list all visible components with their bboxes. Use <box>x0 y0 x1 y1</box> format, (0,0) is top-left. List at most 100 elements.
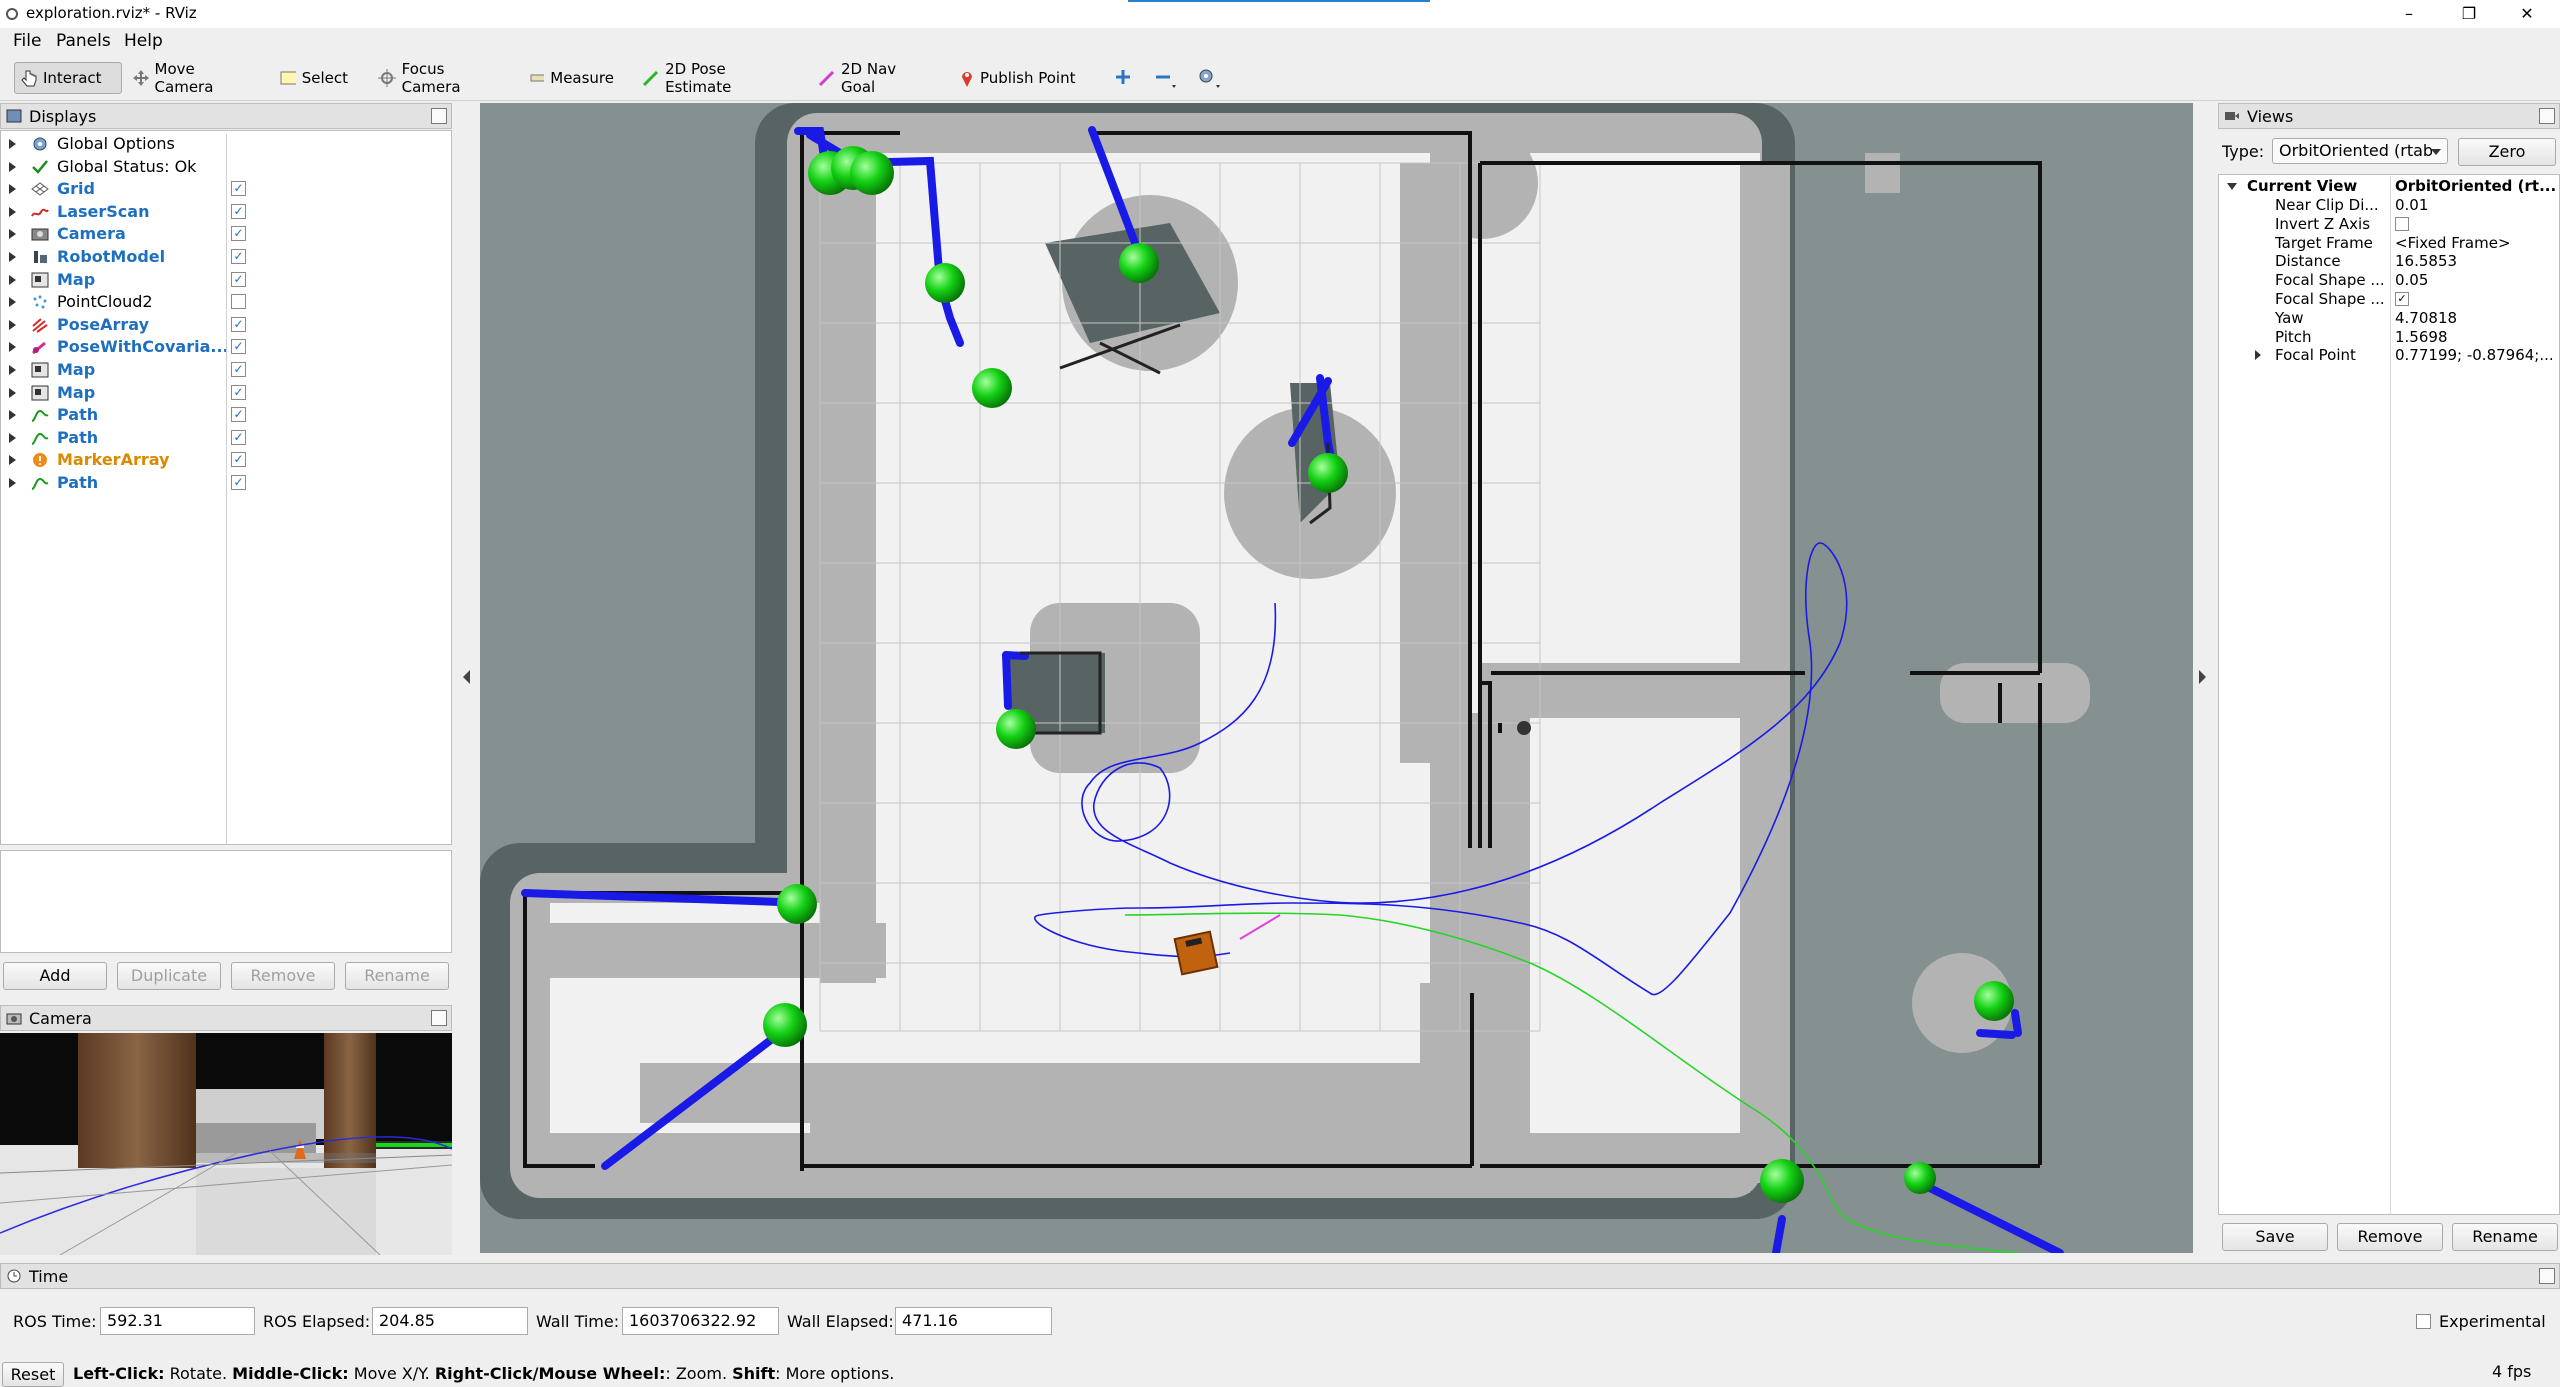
views-rename-button[interactable]: Rename <box>2452 1223 2558 1251</box>
display-enabled-checkbox[interactable]: ✓ <box>231 226 246 242</box>
expand-arrow-icon[interactable] <box>9 342 16 353</box>
view-property-value[interactable]: 0.05 <box>2395 271 2557 289</box>
view-property-row[interactable]: Invert Z Axis <box>2219 215 2559 234</box>
current-view-row[interactable]: Current View OrbitOriented (rt... <box>2219 177 2559 196</box>
measure-tool-button[interactable]: Measure <box>524 62 620 94</box>
experimental-checkbox[interactable] <box>2416 1314 2431 1329</box>
view-property-checkbox[interactable]: ✓ <box>2395 292 2409 306</box>
publish-point-tool-button[interactable]: Publish Point <box>954 62 1084 94</box>
expand-arrow-icon[interactable] <box>9 455 16 466</box>
time-undock-button[interactable] <box>2539 1268 2555 1284</box>
view-property-row[interactable]: Pitch 1.5698 <box>2219 328 2559 347</box>
camera-undock-button[interactable] <box>431 1010 447 1026</box>
menu-help[interactable]: Help <box>124 31 163 51</box>
display-enabled-checkbox[interactable]: ✓ <box>231 203 246 219</box>
display-enabled-checkbox[interactable]: ✓ <box>231 407 246 423</box>
collapse-arrow-icon[interactable] <box>2227 183 2237 190</box>
focus-camera-tool-button[interactable]: Focus Camera <box>372 60 512 96</box>
robot-icon <box>34 251 47 263</box>
views-zero-button[interactable]: Zero <box>2458 138 2556 166</box>
expand-arrow-icon[interactable] <box>9 387 16 398</box>
remove-display-button[interactable]: Remove <box>231 962 335 990</box>
views-type-select[interactable]: OrbitOriented (rtab <box>2272 138 2448 164</box>
display-enabled-checkbox[interactable]: ✓ <box>231 181 246 197</box>
ros-elapsed-field[interactable]: 204.85 <box>372 1307 528 1335</box>
expand-arrow-icon[interactable] <box>9 139 16 149</box>
expand-arrow-icon[interactable] <box>9 319 16 330</box>
view-property-value[interactable]: <Fixed Frame> <box>2395 234 2557 252</box>
expand-arrow-icon[interactable] <box>9 229 16 240</box>
view-property-row[interactable]: Focal Shape ... 0.05 <box>2219 271 2559 290</box>
expand-arrow-icon[interactable] <box>2255 350 2261 361</box>
display-enabled-checkbox[interactable] <box>231 294 246 310</box>
reset-button[interactable]: Reset <box>2 1362 64 1387</box>
right-collapse-arrow[interactable] <box>2199 670 2206 684</box>
add-tool-icon[interactable] <box>1114 68 1132 86</box>
expand-arrow-icon[interactable] <box>9 184 16 195</box>
view-property-row[interactable]: Near Clip Di... 0.01 <box>2219 196 2559 215</box>
menu-panels[interactable]: Panels <box>56 31 111 51</box>
displays-column-divider <box>226 134 227 844</box>
rename-display-button[interactable]: Rename <box>345 962 449 990</box>
add-display-button[interactable]: Add <box>3 962 107 990</box>
view-property-value[interactable]: 16.5853 <box>2395 252 2557 270</box>
menu-file[interactable]: File <box>13 31 41 51</box>
expand-arrow-icon[interactable] <box>9 478 16 488</box>
display-enabled-checkbox[interactable]: ✓ <box>231 429 246 445</box>
interact-tool-button[interactable]: Interact <box>14 62 122 94</box>
tool-properties-icon[interactable] <box>1196 66 1224 90</box>
view-property-name: Focal Point <box>2275 346 2356 365</box>
expand-arrow-icon[interactable] <box>9 252 16 262</box>
display-enabled-checkbox[interactable]: ✓ <box>231 384 246 400</box>
view-property-row[interactable]: Yaw 4.70818 <box>2219 309 2559 328</box>
view-property-value[interactable]: 0.01 <box>2395 196 2557 214</box>
views-remove-button[interactable]: Remove <box>2337 1223 2443 1251</box>
close-button[interactable]: ✕ <box>2498 0 2556 28</box>
left-collapse-arrow[interactable] <box>463 670 470 684</box>
displays-undock-button[interactable] <box>431 108 447 124</box>
render-viewport[interactable] <box>480 103 2193 1253</box>
view-property-value[interactable]: 1.5698 <box>2395 328 2557 346</box>
view-property-row[interactable]: Distance 16.5853 <box>2219 252 2559 271</box>
views-camera-icon <box>2225 112 2239 120</box>
expand-arrow-icon[interactable] <box>9 206 16 217</box>
display-enabled-checkbox[interactable]: ✓ <box>231 475 246 490</box>
view-property-row[interactable]: Target Frame <Fixed Frame> <box>2219 234 2559 253</box>
expand-arrow-icon[interactable] <box>9 274 16 285</box>
display-enabled-checkbox[interactable]: ✓ <box>231 249 246 264</box>
expand-arrow-icon[interactable] <box>9 432 16 443</box>
view-property-row[interactable]: Focal Shape ... ✓ <box>2219 290 2559 309</box>
minimize-button[interactable]: – <box>2380 0 2438 28</box>
move-camera-tool-button[interactable]: Move Camera <box>126 60 256 96</box>
hint-shift-key: Shift <box>732 1364 776 1383</box>
camera-image-view[interactable] <box>0 1033 452 1255</box>
nav-goal-tool-button[interactable]: 2D Nav Goal <box>812 60 936 96</box>
views-save-button[interactable]: Save <box>2222 1223 2328 1251</box>
views-property-tree[interactable]: Current View OrbitOriented (rt... Near Cli… <box>2218 174 2560 1215</box>
display-enabled-checkbox[interactable]: ✓ <box>231 362 246 377</box>
expand-arrow-icon[interactable] <box>9 410 16 421</box>
ros-time-label: ROS Time: <box>13 1312 97 1331</box>
expand-arrow-icon[interactable] <box>9 161 16 172</box>
display-enabled-checkbox[interactable]: ✓ <box>231 339 246 355</box>
ros-time-field[interactable]: 592.31 <box>100 1307 255 1335</box>
map-scene <box>480 103 2193 1253</box>
display-enabled-checkbox[interactable]: ✓ <box>231 316 246 332</box>
remove-tool-icon[interactable] <box>1154 68 1178 90</box>
view-property-row[interactable]: Focal Point 0.77199; -0.87964;... <box>2219 346 2559 365</box>
wall-elapsed-field[interactable]: 471.16 <box>895 1307 1052 1335</box>
display-enabled-checkbox[interactable]: ✓ <box>231 452 246 468</box>
expand-arrow-icon[interactable] <box>9 365 16 375</box>
view-property-value[interactable]: 0.77199; -0.87964;... <box>2395 346 2557 364</box>
views-undock-button[interactable] <box>2539 108 2555 124</box>
display-enabled-checkbox[interactable]: ✓ <box>231 271 246 287</box>
duplicate-display-button[interactable]: Duplicate <box>117 962 221 990</box>
maximize-button[interactable]: ❐ <box>2440 0 2498 28</box>
pose-estimate-tool-button[interactable]: 2D Pose Estimate <box>636 60 796 96</box>
select-tool-button[interactable]: Select <box>274 62 354 94</box>
view-property-value[interactable]: 4.70818 <box>2395 309 2557 327</box>
wall-time-field[interactable]: 1603706322.92 <box>622 1307 779 1335</box>
experimental-label: Experimental <box>2439 1312 2546 1331</box>
view-property-checkbox[interactable] <box>2395 216 2409 231</box>
expand-arrow-icon[interactable] <box>9 297 16 308</box>
